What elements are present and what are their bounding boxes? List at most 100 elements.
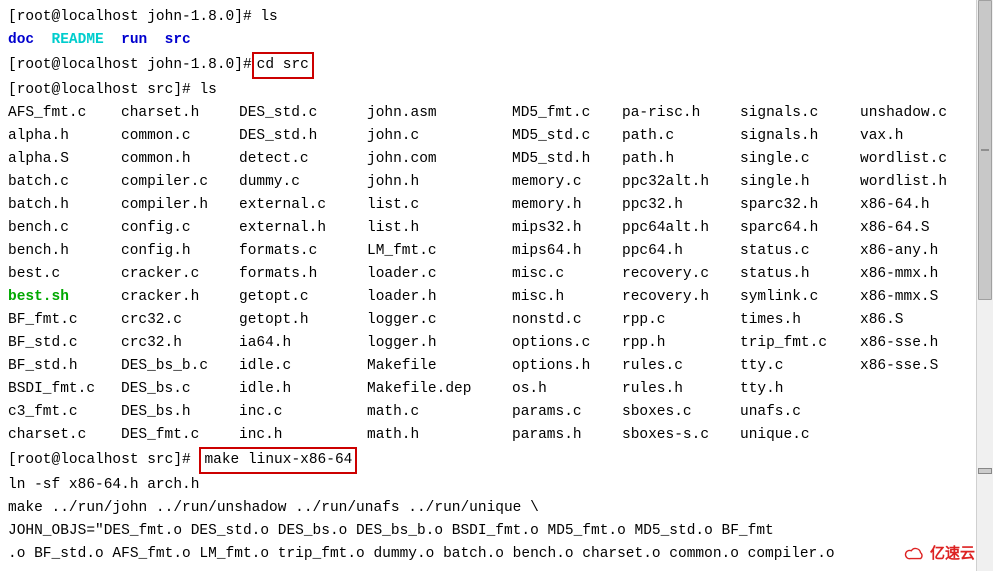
file-entry: common.h bbox=[121, 148, 239, 171]
file-entry: detect.c bbox=[239, 148, 367, 171]
cmd-line-ls1: [root@localhost john-1.8.0]# ls bbox=[8, 6, 985, 29]
file-entry: wordlist.h bbox=[860, 171, 970, 194]
file-entry: ppc64.h bbox=[622, 240, 740, 263]
file-entry: mips32.h bbox=[512, 217, 622, 240]
file-entry: loader.c bbox=[367, 263, 512, 286]
file-entry: charset.c bbox=[8, 424, 121, 447]
file-entry: x86-sse.h bbox=[860, 332, 970, 355]
file-column: DES_std.cDES_std.hdetect.cdummy.cexterna… bbox=[239, 102, 367, 447]
file-entry: best.sh bbox=[8, 286, 121, 309]
file-entry: sboxes-s.c bbox=[622, 424, 740, 447]
file-entry: tty.h bbox=[740, 378, 860, 401]
file-entry: params.c bbox=[512, 401, 622, 424]
watermark: 亿速云 bbox=[904, 542, 975, 565]
file-entry: Makefile bbox=[367, 355, 512, 378]
file-column: unshadow.cvax.hwordlist.cwordlist.hx86-6… bbox=[860, 102, 970, 378]
scrollbar-mark bbox=[978, 468, 992, 474]
file-entry: unique.c bbox=[740, 424, 860, 447]
ls-output-files: AFS_fmt.calpha.halpha.Sbatch.cbatch.hben… bbox=[8, 102, 985, 447]
file-entry: formats.c bbox=[239, 240, 367, 263]
file-entry: DES_bs.h bbox=[121, 401, 239, 424]
file-entry: status.c bbox=[740, 240, 860, 263]
file-entry: trip_fmt.c bbox=[740, 332, 860, 355]
file-entry: recovery.c bbox=[622, 263, 740, 286]
file-entry: rpp.c bbox=[622, 309, 740, 332]
highlight-box-cd: cd src bbox=[252, 52, 314, 79]
make-output: .o BF_std.o AFS_fmt.o LM_fmt.o trip_fmt.… bbox=[8, 543, 985, 566]
file-entry: pa-risc.h bbox=[622, 102, 740, 125]
file-entry: dummy.c bbox=[239, 171, 367, 194]
file-entry: symlink.c bbox=[740, 286, 860, 309]
file-entry: unafs.c bbox=[740, 401, 860, 424]
file-entry: math.h bbox=[367, 424, 512, 447]
scrollbar-thumb[interactable] bbox=[978, 0, 992, 300]
file-entry: common.c bbox=[121, 125, 239, 148]
file-entry: mips64.h bbox=[512, 240, 622, 263]
make-output: ln -sf x86-64.h arch.h bbox=[8, 474, 985, 497]
cmd-line-cd: [root@localhost john-1.8.0]# cd src bbox=[8, 52, 985, 79]
file-entry: crc32.h bbox=[121, 332, 239, 355]
file-entry: x86-64.S bbox=[860, 217, 970, 240]
file-entry: recovery.h bbox=[622, 286, 740, 309]
file-entry: BF_std.h bbox=[8, 355, 121, 378]
file-entry: idle.c bbox=[239, 355, 367, 378]
file-entry: wordlist.c bbox=[860, 148, 970, 171]
file-column: AFS_fmt.calpha.halpha.Sbatch.cbatch.hben… bbox=[8, 102, 121, 447]
file-column: pa-risc.hpath.cpath.hppc32alt.hppc32.hpp… bbox=[622, 102, 740, 447]
file-entry: DES_fmt.c bbox=[121, 424, 239, 447]
cmd-line-ls2: [root@localhost src]# ls bbox=[8, 79, 985, 102]
file-entry: sboxes.c bbox=[622, 401, 740, 424]
prompt: [root@localhost src]# bbox=[8, 452, 199, 468]
dir-doc: doc bbox=[8, 32, 34, 48]
file-entry: path.c bbox=[622, 125, 740, 148]
file-entry: DES_bs.c bbox=[121, 378, 239, 401]
scrollbar-track[interactable] bbox=[977, 0, 993, 571]
dir-src: src bbox=[165, 32, 191, 48]
file-entry: ppc64alt.h bbox=[622, 217, 740, 240]
make-output: JOHN_OBJS="DES_fmt.o DES_std.o DES_bs.o … bbox=[8, 520, 985, 543]
file-entry: john.c bbox=[367, 125, 512, 148]
cmd-line-make: [root@localhost src]# make linux-x86-64 bbox=[8, 447, 985, 474]
command-text: make linux-x86-64 bbox=[204, 452, 352, 468]
file-entry: cracker.c bbox=[121, 263, 239, 286]
file-entry: tty.c bbox=[740, 355, 860, 378]
file-entry: logger.h bbox=[367, 332, 512, 355]
file-entry: inc.h bbox=[239, 424, 367, 447]
file-entry: batch.h bbox=[8, 194, 121, 217]
file-entry: unshadow.c bbox=[860, 102, 970, 125]
file-entry: memory.c bbox=[512, 171, 622, 194]
file-entry: BF_fmt.c bbox=[8, 309, 121, 332]
file-entry: ppc32alt.h bbox=[622, 171, 740, 194]
file-entry: batch.c bbox=[8, 171, 121, 194]
file-entry: c3_fmt.c bbox=[8, 401, 121, 424]
file-entry: bench.c bbox=[8, 217, 121, 240]
file-entry: BF_std.c bbox=[8, 332, 121, 355]
cloud-icon bbox=[904, 545, 926, 563]
file-entry: misc.h bbox=[512, 286, 622, 309]
file-column: john.asmjohn.cjohn.comjohn.hlist.clist.h… bbox=[367, 102, 512, 447]
file-entry: compiler.c bbox=[121, 171, 239, 194]
file-entry: options.c bbox=[512, 332, 622, 355]
file-entry: cracker.h bbox=[121, 286, 239, 309]
file-entry: x86-sse.S bbox=[860, 355, 970, 378]
file-entry: charset.h bbox=[121, 102, 239, 125]
file-entry: x86-mmx.S bbox=[860, 286, 970, 309]
file-entry: BSDI_fmt.c bbox=[8, 378, 121, 401]
file-entry: params.h bbox=[512, 424, 622, 447]
scrollbar-vertical[interactable] bbox=[976, 0, 993, 571]
file-entry: x86.S bbox=[860, 309, 970, 332]
file-entry: DES_std.c bbox=[239, 102, 367, 125]
file-entry: x86-any.h bbox=[860, 240, 970, 263]
watermark-text: 亿速云 bbox=[930, 542, 975, 565]
file-entry: alpha.h bbox=[8, 125, 121, 148]
file-entry: x86-64.h bbox=[860, 194, 970, 217]
file-entry: misc.c bbox=[512, 263, 622, 286]
command-text: ls bbox=[199, 82, 216, 98]
file-entry: MD5_fmt.c bbox=[512, 102, 622, 125]
file-entry: list.h bbox=[367, 217, 512, 240]
file-entry: single.c bbox=[740, 148, 860, 171]
make-output: make ../run/john ../run/unshadow ../run/… bbox=[8, 497, 985, 520]
file-entry: external.c bbox=[239, 194, 367, 217]
file-entry: getopt.h bbox=[239, 309, 367, 332]
file-entry: john.asm bbox=[367, 102, 512, 125]
